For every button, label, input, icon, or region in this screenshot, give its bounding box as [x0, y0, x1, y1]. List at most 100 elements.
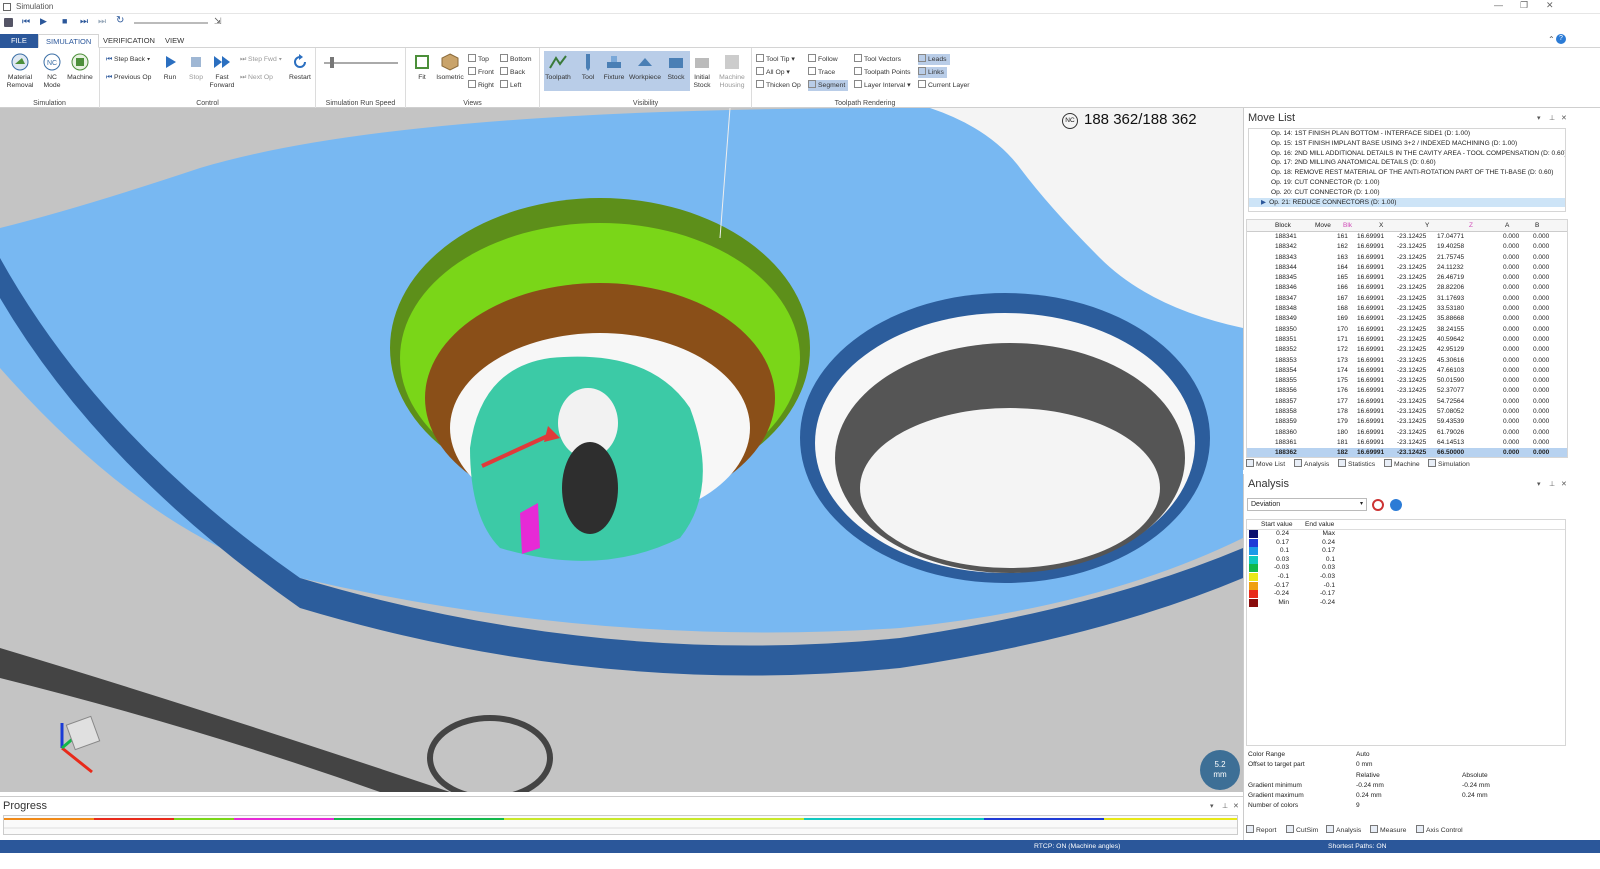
play-icon[interactable]: ▶ — [40, 16, 47, 27]
property-value-absolute[interactable]: Absolute — [1462, 771, 1488, 781]
table-row[interactable]: 188353 173 16.69991 -23.12425 45.30616 0.000 0… — [1247, 356, 1567, 366]
nc-mode-button[interactable]: NC NC Mode — [38, 52, 66, 90]
panel-menu-icon[interactable]: ▾ — [1210, 802, 1214, 810]
stop-icon[interactable]: ■ — [62, 16, 67, 26]
restore-icon[interactable]: ❐ — [1520, 0, 1528, 11]
thicken-op-button[interactable]: Thicken Op — [756, 80, 801, 91]
table-row[interactable]: 188358 178 16.69991 -23.12425 57.08052 0.000 0… — [1247, 407, 1567, 417]
toolpath-button[interactable]: Toolpath — [544, 52, 572, 82]
table-row[interactable]: 188348 168 16.69991 -23.12425 33.53180 0.000 0… — [1247, 304, 1567, 314]
list-item-current[interactable]: ▶ Op. 21: REDUCE CONNECTORS (D: 1.00) — [1249, 197, 1565, 208]
3d-viewport[interactable] — [0, 108, 1243, 792]
col-move[interactable]: Move — [1315, 220, 1331, 232]
tab-move-list[interactable]: Move List — [1246, 459, 1285, 470]
col-blk[interactable]: Blk — [1343, 220, 1352, 232]
rewind-icon[interactable]: ⏮ — [22, 16, 30, 27]
table-row[interactable]: 188345 165 16.69991 -23.12425 26.46719 0.000 0… — [1247, 273, 1567, 283]
panel-menu-icon[interactable]: ▾ — [1537, 480, 1541, 488]
property-value[interactable]: 9 — [1356, 801, 1360, 811]
close-icon[interactable]: ✕ — [1546, 0, 1554, 11]
color-swatch[interactable] — [1249, 555, 1258, 564]
workpiece-button[interactable]: Workpiece — [628, 52, 662, 82]
tab-simulation[interactable]: SIMULATION — [38, 34, 100, 48]
property-value-absolute[interactable]: -0.24 mm — [1462, 781, 1490, 791]
color-swatch[interactable] — [1249, 598, 1258, 607]
table-row[interactable]: 188347 167 16.69991 -23.12425 31.17693 0.000 0… — [1247, 294, 1567, 304]
list-item[interactable]: Op. 16: 2ND MILL ADDITIONAL DETAILS IN T… — [1249, 149, 1565, 159]
pin-icon[interactable]: ⊥ — [1222, 802, 1228, 810]
col-a[interactable]: A — [1505, 220, 1509, 232]
collapse-ribbon-icon[interactable]: ⌃ — [1548, 35, 1555, 44]
tab-report[interactable]: Report — [1246, 825, 1276, 836]
view-back-button[interactable]: Back — [500, 67, 525, 78]
property-value[interactable]: 0 mm — [1356, 760, 1372, 770]
tab-verification[interactable]: VERIFICATION — [96, 34, 162, 48]
col-z[interactable]: Z — [1469, 220, 1473, 232]
list-item[interactable]: Op. 17: 2ND MILLING ANATOMICAL DETAILS (… — [1249, 158, 1565, 168]
col-x[interactable]: X — [1379, 220, 1383, 232]
property-value-absolute[interactable]: 0.24 mm — [1462, 791, 1488, 801]
initial-stock-button[interactable]: Initial Stock — [688, 52, 716, 90]
table-row[interactable]: 188350 170 16.69991 -23.12425 38.24155 0.000 0… — [1247, 325, 1567, 335]
isometric-button[interactable]: Isometric — [436, 52, 464, 82]
color-swatch[interactable] — [1249, 530, 1258, 538]
fixture-button[interactable]: Fixture — [600, 52, 628, 82]
tool-button[interactable]: Tool — [574, 52, 602, 82]
panel-menu-icon[interactable]: ▾ — [1537, 114, 1541, 122]
analysis-mode-select[interactable]: Deviation ▾ — [1247, 498, 1367, 511]
skip-end-icon[interactable]: ⏭ — [98, 16, 106, 27]
links-button[interactable]: Links — [918, 67, 947, 78]
color-swatch[interactable] — [1249, 572, 1258, 581]
list-item[interactable]: Op. 18: REMOVE REST MATERIAL OF THE ANTI… — [1249, 168, 1565, 178]
color-swatch[interactable] — [1249, 564, 1258, 573]
help-icon[interactable]: ? — [1556, 34, 1566, 44]
panel-close-icon[interactable]: ✕ — [1233, 802, 1239, 810]
table-row[interactable]: 188356 176 16.69991 -23.12425 52.37077 0.000 0… — [1247, 386, 1567, 396]
view-right-button[interactable]: Right — [468, 80, 494, 91]
table-row-current[interactable]: 188362 182 16.69991 -23.12425 66.50000 0.000 0… — [1247, 448, 1567, 457]
tab-file[interactable]: FILE — [0, 34, 38, 48]
all-op-button[interactable]: All Op ▾ — [756, 67, 790, 78]
table-row[interactable]: 188361 181 16.69991 -23.12425 64.14513 0.000 0… — [1247, 438, 1567, 448]
list-item[interactable]: Op. 15: 1ST FINISH IMPLANT BASE USING 3+… — [1249, 139, 1565, 149]
view-bottom-button[interactable]: Bottom — [500, 54, 532, 65]
machine-button[interactable]: Machine — [66, 52, 94, 82]
table-row[interactable]: 188352 172 16.69991 -23.12425 42.95129 0.000 0… — [1247, 345, 1567, 355]
table-row[interactable]: 188354 174 16.69991 -23.12425 47.66103 0.000 0… — [1247, 366, 1567, 376]
table-row[interactable]: 188342 162 16.69991 -23.12425 19.40258 0.000 0… — [1247, 242, 1567, 252]
color-swatch[interactable] — [1249, 538, 1258, 547]
tab-simulation-panel[interactable]: Simulation — [1428, 459, 1470, 470]
tab-cutsim[interactable]: CutSim — [1286, 825, 1318, 836]
table-row[interactable]: 188357 177 16.69991 -23.12425 54.72564 0.000 0… — [1247, 397, 1567, 407]
color-swatch[interactable] — [1249, 590, 1258, 599]
material-removal-button[interactable]: Material Removal — [6, 52, 34, 90]
run-speed-thumb[interactable] — [330, 57, 334, 68]
col-block[interactable]: Block — [1275, 220, 1291, 232]
panel-close-icon[interactable]: ✕ — [1561, 114, 1567, 122]
table-row[interactable]: 188349 169 16.69991 -23.12425 35.88668 0.000 0… — [1247, 314, 1567, 324]
table-row[interactable]: 188360 180 16.69991 -23.12425 61.79026 0.000 0… — [1247, 428, 1567, 438]
tab-statistics[interactable]: Statistics — [1338, 459, 1375, 470]
stock-button[interactable]: Stock — [662, 52, 690, 82]
deviation-tool-icon[interactable] — [1372, 499, 1384, 511]
settings-gear-icon[interactable] — [1390, 499, 1402, 511]
segment-button[interactable]: Segment — [808, 80, 849, 91]
property-value[interactable]: Auto — [1356, 750, 1370, 760]
fit-button[interactable]: Fit — [408, 52, 436, 82]
table-row[interactable]: 188346 166 16.69991 -23.12425 28.82206 0.000 0… — [1247, 283, 1567, 293]
table-row[interactable]: 188351 171 16.69991 -23.12425 40.59642 0.000 0… — [1247, 335, 1567, 345]
tab-machine[interactable]: Machine — [1384, 459, 1420, 470]
table-row[interactable]: 188341 161 16.69991 -23.12425 17.04771 0.000 0… — [1247, 232, 1567, 242]
panel-close-icon[interactable]: ✕ — [1561, 480, 1567, 488]
save-icon[interactable] — [4, 18, 13, 27]
fast-forward-button[interactable]: Fast Forward — [208, 52, 236, 90]
toolpath-points-button[interactable]: Toolpath Points — [854, 67, 910, 78]
current-layer-button[interactable]: Current Layer — [918, 80, 970, 91]
stop-button[interactable]: Stop — [182, 52, 210, 82]
step-fwd-button[interactable]: ⏭ Step Fwd ▾ — [240, 54, 282, 65]
view-left-button[interactable]: Left — [500, 80, 521, 91]
col-b[interactable]: B — [1535, 220, 1539, 232]
view-front-button[interactable]: Front — [468, 67, 494, 78]
previous-op-button[interactable]: ⏮ Previous Op — [106, 72, 151, 83]
fast-forward-icon[interactable]: ⏭ — [80, 16, 88, 27]
